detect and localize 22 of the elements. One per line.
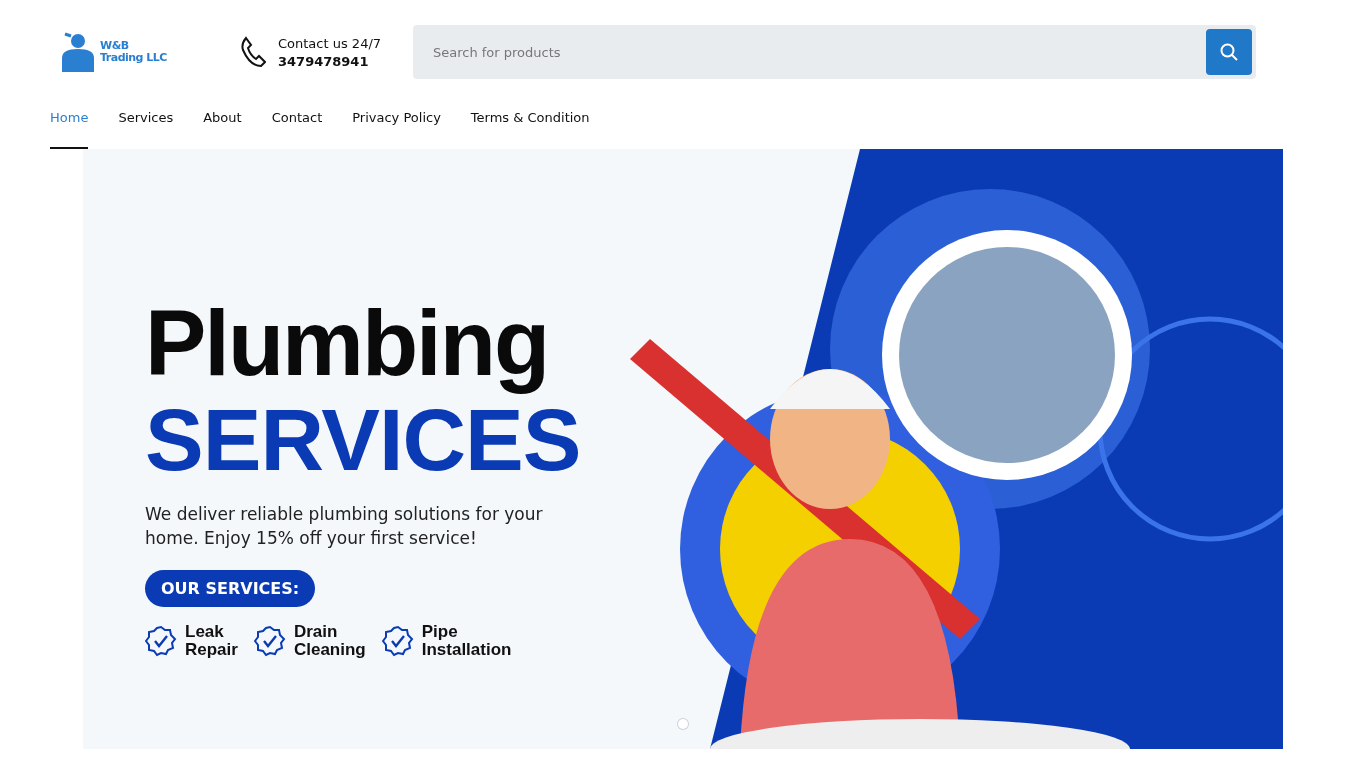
search-field[interactable]: Search for products	[413, 25, 1256, 79]
service-label: Leak Repair	[185, 623, 238, 659]
services-badge: OUR SERVICES:	[145, 570, 316, 607]
contact-label: Contact us 24/7	[278, 35, 382, 51]
check-badge-icon	[145, 625, 177, 657]
slide-dot[interactable]	[678, 719, 688, 729]
check-badge-icon	[381, 625, 414, 657]
service-label: Pipe Installation	[421, 623, 512, 659]
service-label: Drain Cleaning	[293, 623, 366, 659]
search-icon	[1220, 43, 1238, 61]
banner-text: We deliver reliable plumbing solutions for your home. Enjoy 15% off your first service!	[145, 503, 544, 550]
check-badge-icon	[253, 625, 286, 657]
banner-title: Plumbing	[145, 294, 550, 392]
phone-icon	[240, 36, 266, 68]
nav-link[interactable]: About	[203, 104, 242, 149]
search-button[interactable]	[1206, 29, 1252, 75]
nav-link[interactable]: Services	[118, 104, 174, 149]
nav-link[interactable]: Contact	[271, 104, 323, 149]
phone-number: 3479478941	[278, 53, 370, 69]
logo-text: W&B Trading LLC	[100, 40, 167, 64]
nav-link[interactable]: Terms & Condition	[470, 104, 590, 149]
nav-link[interactable]: Privacy Policy	[352, 104, 441, 149]
